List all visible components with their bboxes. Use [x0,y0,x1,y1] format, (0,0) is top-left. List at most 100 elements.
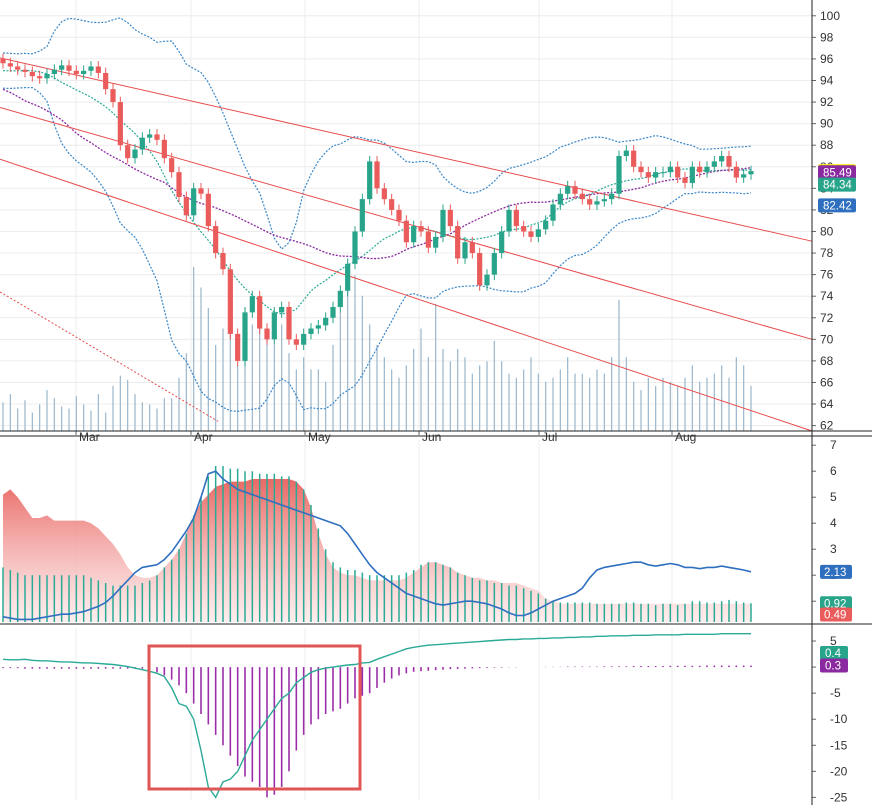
candle-body [550,204,556,221]
candle-body [506,209,512,232]
candle-body [51,69,57,75]
price-y-tick-label: 96 [820,52,834,66]
candle-body [667,166,673,173]
indicator-value-badge-label: 0.49 [824,609,846,621]
oscillator-grid [75,628,673,800]
candle-body [374,161,380,189]
candle-body [337,290,343,307]
candle-body [616,155,622,194]
candle-body [117,102,123,146]
candle-body [359,199,365,232]
candle-body [315,325,321,329]
price-y-tick-label: 70 [820,332,834,346]
price-y-tick-label: 92 [820,95,834,109]
candle-body [631,150,637,167]
indicator-y-tick-label: 7 [830,438,837,452]
candle-body [81,70,87,75]
oscillator-line-path [2,633,751,799]
candle-body [286,306,292,340]
candle-body [15,66,21,70]
candle-body [44,74,50,79]
candle-body [469,242,475,254]
candle-body [88,66,94,71]
candle-body [513,209,519,227]
indicator-y-tick-label: 3 [830,542,837,556]
candle-body [594,201,600,205]
candle-body [103,72,109,90]
price-value-badge-label: 84.34 [823,180,852,192]
candle-body [623,150,629,156]
candle-body [645,172,651,178]
candle-body [697,166,703,173]
candle-body [425,231,431,248]
candle-body [689,166,695,183]
price-x-tick-label: Mar [79,430,100,444]
indicator-y-tick-label: 6 [830,464,837,478]
price-y-tick-label: 100 [820,9,840,23]
oscillator-y-tick-label: -25 [830,790,848,804]
oscillator-value-badges: 0.40.3 [820,646,848,673]
candle-body [0,58,6,64]
candle-body [293,339,299,345]
candle-body [579,193,585,200]
oscillator-y-tick-label: -5 [830,686,841,700]
candle-body [147,134,153,138]
candle-body [660,172,666,174]
candle-body [455,226,461,259]
candle-body [271,312,277,340]
candle-body [125,145,131,159]
price-y-tick-label: 76 [820,268,834,282]
candle-body [183,196,189,216]
price-y-tick-label: 66 [820,375,834,389]
candle-body [205,193,211,227]
candle-body [726,155,732,167]
candle-body [220,253,226,270]
candle-body [367,161,373,200]
candle-body [381,188,387,200]
candle-body [169,158,175,173]
candle-body [132,149,138,159]
oscillator-line [2,633,751,799]
candle-body [403,220,409,243]
candle-body [301,333,307,345]
candle-body [638,166,644,173]
price-value-badge-label: 82.42 [823,200,852,212]
price-y-tick-label: 68 [820,354,834,368]
candle-body [719,155,725,162]
price-y-axis: 6264666870727476788082848688909294969810… [812,9,840,433]
price-value-badges: 85.6085.4984.3482.42 [818,164,856,213]
candle-body [733,166,739,178]
price-y-tick-label: 88 [820,138,834,152]
candle-body [704,166,710,173]
candle-body [447,209,453,227]
candle-body [528,231,534,237]
price-x-tick-label: Jul [542,430,557,444]
candle-body [161,139,167,159]
candle-body [396,209,402,221]
price-value-badge-label: 85.49 [823,167,852,179]
candle-body [249,296,255,313]
candle-body [242,312,248,361]
candle-body [22,69,28,72]
candle-body [191,188,197,216]
price-y-tick-label: 98 [820,30,834,44]
candle-body [154,134,160,140]
candle-body [198,188,204,194]
candle-body [66,65,72,71]
candle-body [543,220,549,230]
candle-body [499,231,505,254]
price-y-tick-label: 64 [820,397,834,411]
price-x-tick-label: Aug [675,430,696,444]
candle-body [484,274,490,286]
candle-body [462,242,468,259]
candle-body [535,229,541,237]
candle-body [352,231,358,264]
price-y-tick-label: 74 [820,289,834,303]
price-y-tick-label: 72 [820,311,834,325]
candle-body [440,209,446,237]
oscillator-y-tick-label: 5 [830,634,837,648]
candle-body [257,296,263,329]
candle-body [73,70,79,75]
candle-body [477,253,483,286]
oscillator-y-tick-label: -20 [830,764,848,778]
